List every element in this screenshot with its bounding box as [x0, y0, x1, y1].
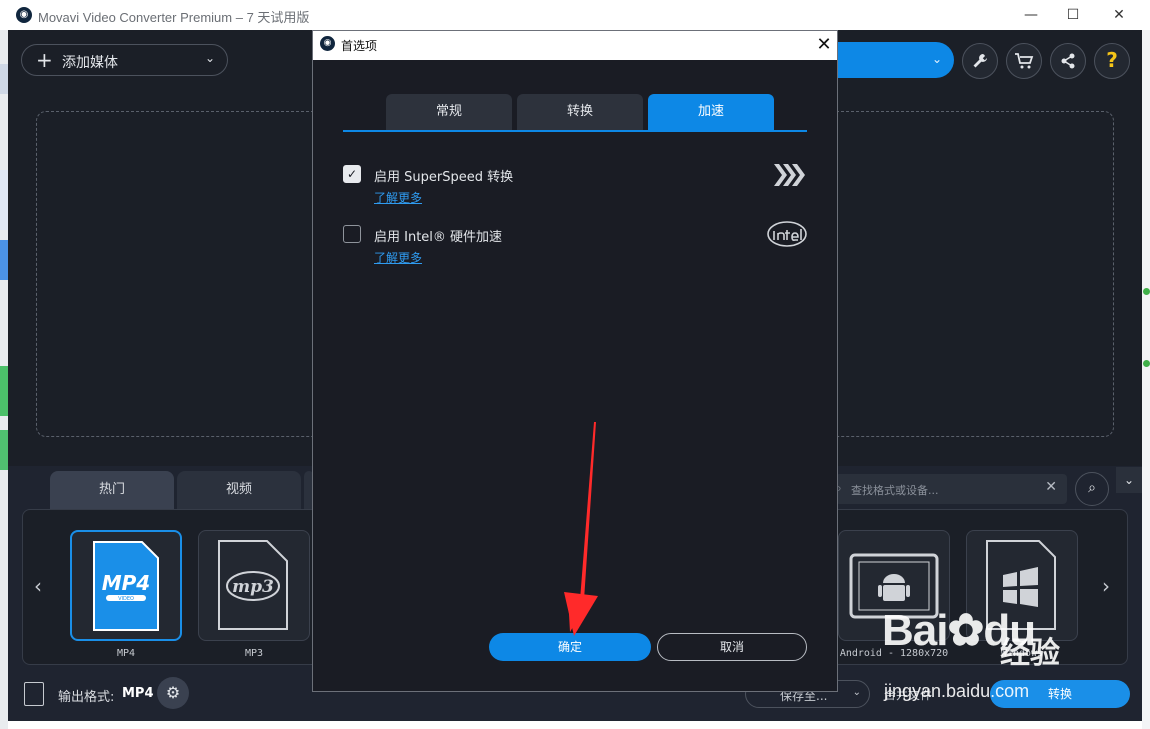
tab-acceleration[interactable]: 加速	[648, 94, 774, 130]
chevron-down-icon: ⌄	[204, 51, 215, 65]
paw-icon: ✿	[947, 606, 984, 655]
intel-acceleration-label: 启用 Intel® 硬件加速	[374, 230, 503, 245]
cart-icon[interactable]	[1006, 43, 1042, 79]
tab-conversion[interactable]: 转换	[517, 94, 643, 130]
superspeed-icon	[774, 164, 805, 186]
mp3-icon-text: mp3	[232, 577, 274, 597]
format-label-mp3: MP3	[244, 648, 264, 659]
title-bar: ◉ Movavi Video Converter Premium – 7 天试用…	[0, 0, 1150, 30]
background-window-left	[0, 30, 8, 729]
maximize-button[interactable]: ☐	[1050, 0, 1096, 30]
search-device-icon[interactable]: ⌕	[1075, 472, 1109, 506]
wrench-icon[interactable]	[962, 43, 998, 79]
format-card-mp3[interactable]: mp3	[198, 530, 310, 641]
format-search-input[interactable]: ⌕ 查找格式或设备... ✕	[835, 474, 1067, 504]
watermark-brand: Bai	[882, 606, 948, 655]
superspeed-learn-more-link[interactable]: 了解更多	[374, 189, 422, 206]
format-label-mp4: MP4	[116, 648, 136, 659]
tab-video[interactable]: 视频	[177, 471, 301, 509]
format-card-mp4[interactable]: MP4 VIDEO	[70, 530, 182, 641]
background-window-right	[1142, 30, 1150, 729]
superspeed-checkbox[interactable]: ✓	[343, 165, 361, 183]
scroll-left-icon[interactable]: ‹	[34, 574, 42, 598]
output-format-label: 输出格式:	[58, 690, 115, 705]
clear-icon[interactable]: ✕	[1045, 479, 1057, 495]
file-icon	[24, 682, 44, 706]
output-format-value[interactable]: MP4	[122, 686, 154, 701]
minimize-button[interactable]: —	[1008, 0, 1054, 30]
dialog-close-button[interactable]: ✕	[812, 33, 836, 57]
ok-button[interactable]: 确定	[489, 633, 651, 661]
dialog-title-bar	[313, 31, 837, 60]
intel-icon	[767, 221, 807, 247]
share-icon[interactable]	[1050, 43, 1086, 79]
superspeed-label: 启用 SuperSpeed 转换	[374, 170, 514, 185]
tab-underline	[343, 130, 807, 132]
help-icon[interactable]: ?	[1094, 43, 1130, 79]
search-placeholder: 查找格式或设备...	[851, 484, 939, 497]
chevron-down-icon: ⌄	[852, 687, 861, 698]
add-media-label: 添加媒体	[62, 55, 118, 71]
close-button[interactable]: ✕	[1096, 0, 1142, 30]
dialog-title: 首选项	[341, 39, 378, 53]
watermark-chinese: 经验	[1000, 636, 1060, 671]
plus-icon: +	[36, 48, 53, 72]
chevron-down-icon: ⌄	[931, 52, 942, 66]
add-media-button[interactable]: + 添加媒体 ⌄	[21, 44, 228, 76]
intel-acceleration-checkbox[interactable]	[343, 225, 361, 243]
tab-popular[interactable]: 热门	[50, 471, 174, 509]
tab-general[interactable]: 常规	[386, 94, 512, 130]
cancel-button[interactable]: 取消	[657, 633, 807, 661]
convert-dropdown-button[interactable]: ⌄	[830, 42, 954, 78]
window-title: Movavi Video Converter Premium – 7 天试用版	[38, 10, 310, 25]
intel-learn-more-link[interactable]: 了解更多	[374, 249, 422, 266]
mp4-icon-subtext: VIDEO	[118, 596, 134, 602]
collapse-panel-button[interactable]: ⌄	[1116, 467, 1142, 493]
scroll-right-icon[interactable]: ›	[1102, 574, 1110, 598]
gear-icon[interactable]: ⚙	[157, 677, 189, 709]
app-logo-icon: ◉	[320, 36, 335, 51]
mp4-icon-text: MP4	[102, 571, 150, 595]
watermark-url: jingyan.baidu.com	[884, 681, 1030, 701]
app-logo-icon: ◉	[16, 7, 32, 23]
